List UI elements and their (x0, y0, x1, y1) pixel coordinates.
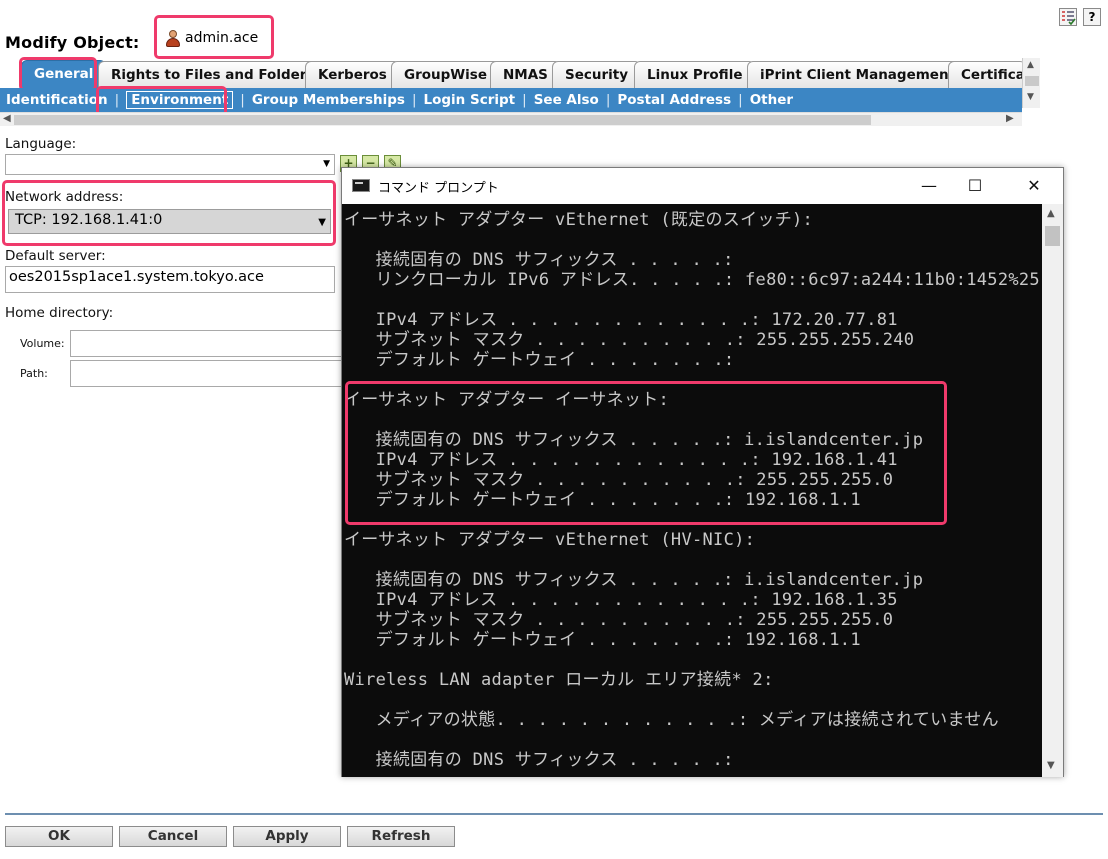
console-line: 接続固有の DNS サフィックス . . . . .: (344, 750, 734, 770)
close-icon[interactable]: ✕ (1011, 172, 1057, 200)
console-line: サブネット マスク . . . . . . . . . .: 255.255.2… (344, 470, 894, 490)
refresh-button[interactable]: Refresh (347, 826, 455, 847)
object-name: admin.ace (163, 28, 258, 48)
console-line: IPv4 アドレス . . . . . . . . . . . .: 192.1… (344, 590, 898, 610)
tab-rights-to-files[interactable]: Rights to Files and Folders (98, 61, 328, 88)
subtab-environment[interactable]: Environment (126, 91, 234, 109)
subtab-login-script[interactable]: Login Script (424, 92, 516, 108)
console-scrollbar[interactable]: ▲ ▼ (1042, 204, 1063, 777)
path-label: Path: (20, 367, 48, 380)
object-name-text: admin.ace (185, 30, 259, 46)
console-line: 接続固有の DNS サフィックス . . . . .: i.islandcent… (344, 570, 924, 590)
tab-kerberos[interactable]: Kerberos (305, 61, 400, 88)
minimize-icon[interactable]: — (906, 172, 952, 200)
chevron-down-icon: ▼ (323, 159, 330, 169)
console-line: イーサネット アダプター vEthernet (既定のスイッチ): (344, 210, 814, 230)
language-select[interactable]: ▼ (5, 154, 335, 175)
tab-certificates[interactable]: Certifica (948, 61, 1022, 88)
console-line: リンクローカル IPv6 アドレス. . . . .: fe80::6c97:a… (344, 270, 1040, 290)
tab-security[interactable]: Security (552, 61, 642, 88)
default-server-label: Default server: (5, 248, 106, 264)
path-field[interactable] (70, 360, 342, 387)
subtab-bar: Identification | Environment | Group Mem… (0, 88, 1022, 112)
tab-scrollbar[interactable]: ▲ ▼ (1022, 58, 1040, 108)
tab-iprint[interactable]: iPrint Client Management (747, 61, 969, 88)
language-label: Language: (5, 136, 77, 152)
console-line: 接続固有の DNS サフィックス . . . . .: (344, 250, 734, 270)
console-line: イーサネット アダプター イーサネット: (344, 390, 670, 410)
network-address-select[interactable]: TCP: 192.168.1.41:0 ▼ (8, 209, 331, 234)
console-line: メディアの状態. . . . . . . . . . . .: メディアは接続さ… (344, 710, 999, 730)
cmd-title: コマンド プロンプト (378, 181, 499, 196)
subtab-group-memberships[interactable]: Group Memberships (252, 92, 405, 108)
divider (5, 813, 1103, 815)
subtab-identification[interactable]: Identification (6, 92, 108, 108)
apply-button[interactable]: Apply (233, 826, 341, 847)
console-line: デフォルト ゲートウェイ . . . . . . .: 192.168.1.1 (344, 490, 861, 510)
command-prompt-window[interactable]: コマンド プロンプト — ☐ ✕ イーサネット アダプター vEthernet … (341, 167, 1064, 777)
help-icon[interactable]: ? (1083, 8, 1101, 26)
tab-linux-profile[interactable]: Linux Profile (634, 61, 756, 88)
subtab-postal-address[interactable]: Postal Address (617, 92, 731, 108)
console-line: IPv4 アドレス . . . . . . . . . . . .: 192.1… (344, 450, 898, 470)
volume-label: Volume: (20, 337, 65, 350)
tab-nmas[interactable]: NMAS (490, 61, 561, 88)
maximize-icon[interactable]: ☐ (952, 172, 998, 200)
console-icon (352, 179, 370, 192)
console-output: イーサネット アダプター vEthernet (既定のスイッチ): 接続固有の … (342, 204, 1042, 777)
network-address-label: Network address: (5, 189, 124, 205)
tab-general[interactable]: General (21, 60, 107, 88)
default-server-field[interactable]: oes2015sp1ace1.system.tokyo.ace (5, 266, 335, 293)
chevron-down-icon: ▼ (318, 217, 326, 228)
volume-field[interactable] (70, 330, 342, 357)
console-line: サブネット マスク . . . . . . . . . .: 255.255.2… (344, 330, 915, 350)
cancel-button[interactable]: Cancel (119, 826, 227, 847)
ok-button[interactable]: OK (5, 826, 113, 847)
horizontal-scrollbar[interactable]: ◀ ▶ (0, 112, 1022, 126)
console-line: Wireless LAN adapter ローカル エリア接続* 2: (344, 670, 774, 690)
console-line: デフォルト ゲートウェイ . . . . . . .: 192.168.1.1 (344, 630, 861, 650)
user-icon (163, 28, 183, 48)
subtab-see-also[interactable]: See Also (534, 92, 599, 108)
tab-groupwise[interactable]: GroupWise (391, 61, 500, 88)
console-line: 接続固有の DNS サフィックス . . . . .: i.islandcent… (344, 430, 924, 450)
cmd-titlebar[interactable]: コマンド プロンプト — ☐ ✕ (342, 168, 1063, 204)
console-line: IPv4 アドレス . . . . . . . . . . . .: 172.2… (344, 310, 898, 330)
console-line: サブネット マスク . . . . . . . . . .: 255.255.2… (344, 610, 894, 630)
console-line: イーサネット アダプター vEthernet (HV-NIC): (344, 530, 756, 550)
console-line: デフォルト ゲートウェイ . . . . . . .: (344, 350, 735, 370)
tab-bar: General Rights to Files and Folders Kerb… (0, 58, 1022, 88)
page-title: Modify Object: (5, 33, 140, 52)
checklist-icon[interactable] (1059, 8, 1077, 26)
subtab-other[interactable]: Other (750, 92, 793, 108)
home-directory-label: Home directory: (5, 305, 114, 321)
